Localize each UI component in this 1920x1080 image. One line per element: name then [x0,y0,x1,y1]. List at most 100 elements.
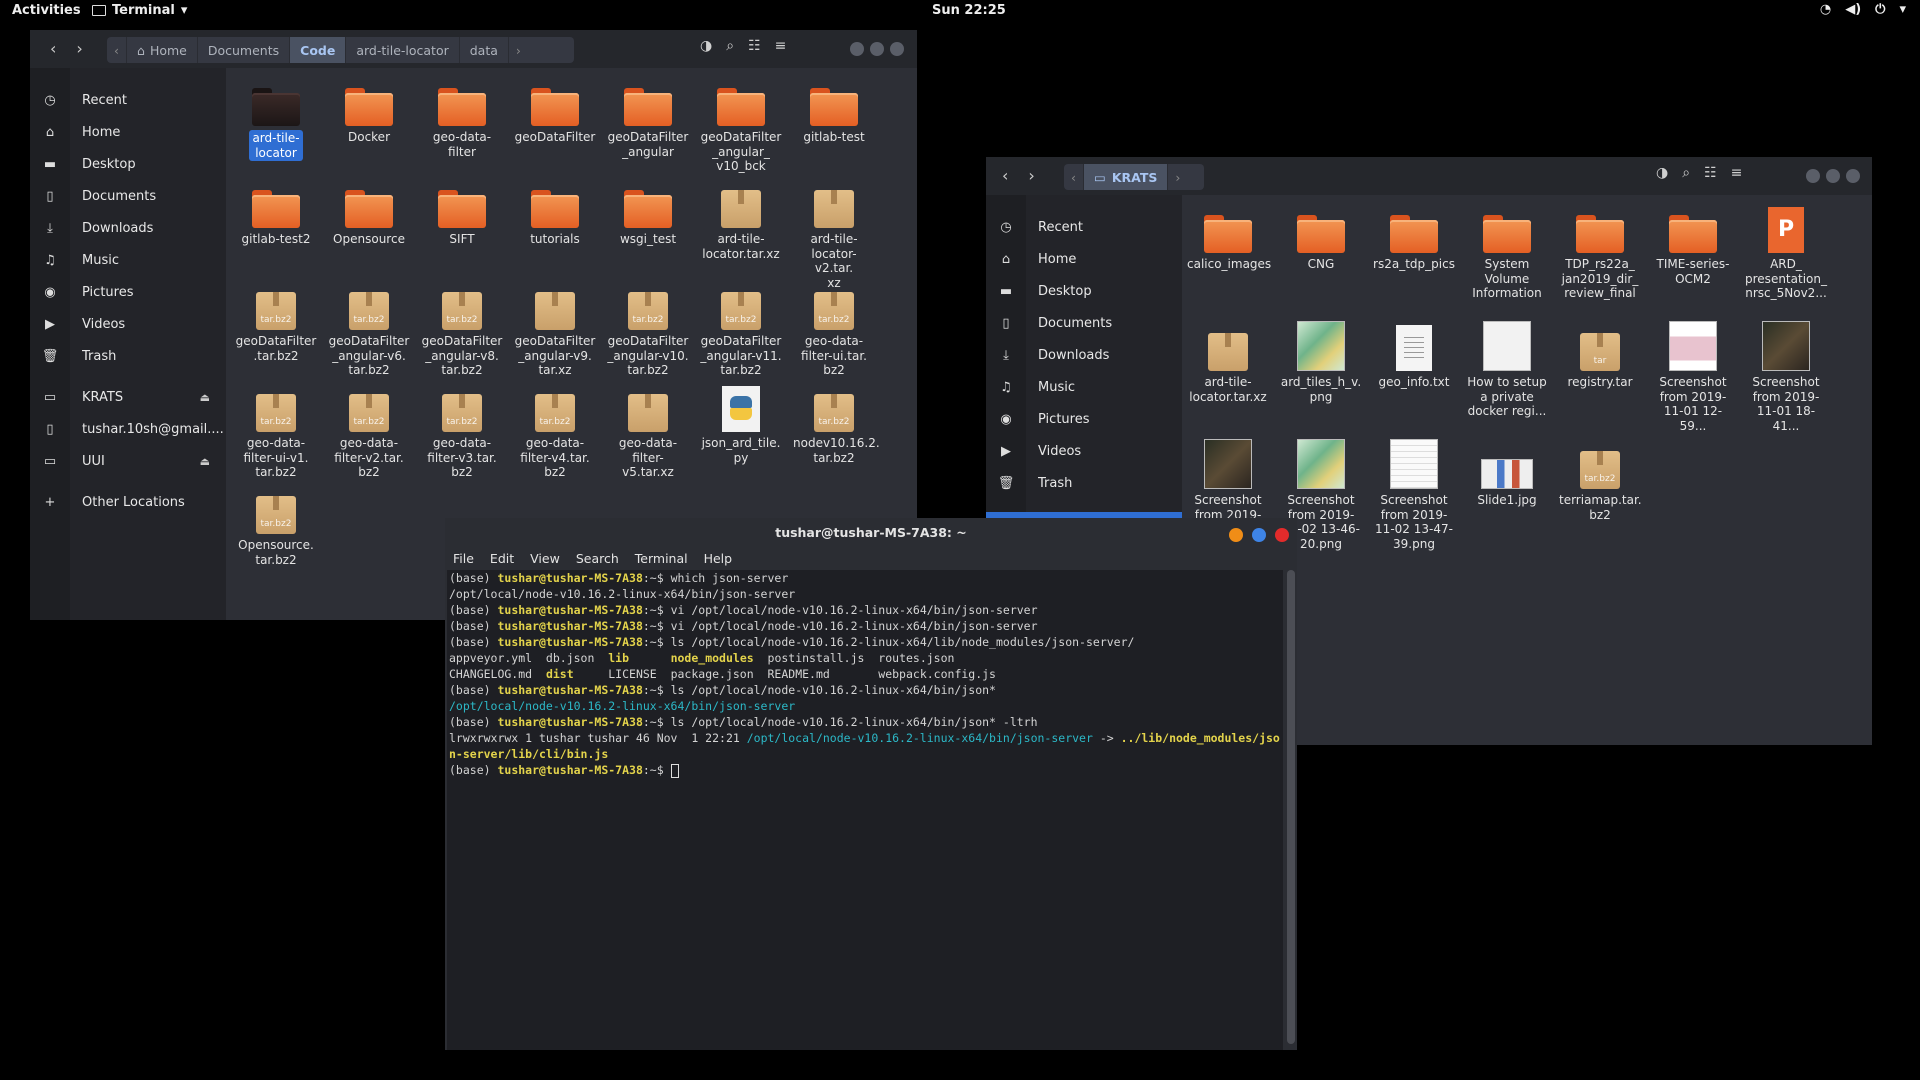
terminal-output[interactable]: (base) tushar@tushar-MS-7A38:~$ which js… [447,570,1283,1050]
sidebar-item-recent[interactable]: ◷ Recent [986,214,1182,240]
file-item[interactable]: ard_tiles_h_v. png [1278,321,1364,404]
file-item[interactable]: ard-tile-locator.tar.xz [698,180,784,261]
search-icon[interactable]: ⌕ [1682,165,1690,181]
sidebar-item-pictures[interactable]: ◉ Pictures [30,279,226,305]
path-right-arrow-icon[interactable]: › [509,37,528,63]
file-item[interactable]: tar.bz2 terriamap.tar. bz2 [1557,441,1643,522]
sidebar-item-downloads[interactable]: ⤓ Downloads [986,342,1182,368]
file-item[interactable]: tar.bz2 nodev10.16.2. tar.bz2 [791,384,880,465]
close-button[interactable] [890,42,904,56]
menu-file[interactable]: File [445,548,482,570]
sidebar-item-home[interactable]: ⌂ Home [30,119,226,145]
file-item[interactable]: tar.bz2 geo-data-filter-ui.tar. bz2 [791,282,877,378]
eject-icon[interactable]: ⏏ [200,391,210,404]
file-item[interactable]: calico_images [1185,205,1271,272]
file-item[interactable]: tar.bz2 geo-data-filter-v3.tar. bz2 [419,384,505,480]
list-view-icon[interactable]: ☷ [1704,165,1717,181]
file-item[interactable]: tar.bz2 geoDataFilter _angular-v10. tar.bz2 [605,282,691,378]
file-item[interactable]: rs2a_tdp_pics [1371,205,1457,272]
sidebar-item-music[interactable]: ♫ Music [30,247,226,273]
file-item[interactable]: gitlab-test2 [233,180,319,247]
file-item[interactable]: tutorials [512,180,598,247]
sidebar-item-documents[interactable]: ▯ Documents [986,310,1182,336]
menu-terminal[interactable]: Terminal [627,548,696,570]
file-item[interactable]: TIME-series- OCM2 [1650,205,1736,286]
file-item[interactable]: geoDataFilter _angular-v9. tar.xz [512,282,598,378]
file-item[interactable]: SIFT [419,180,505,247]
sidebar-item-uui[interactable]: ▭ UUI ⏏ [30,448,226,474]
sidebar-item-krats[interactable]: ▭ KRATS ⏏ [30,384,226,410]
path-left-arrow-icon[interactable]: ‹ [107,37,127,63]
back-icon[interactable]: ‹ [50,39,56,58]
file-item[interactable]: Screenshot from 2019- 11-02 13-47- 39.png [1371,439,1457,551]
minimize-button[interactable] [1229,528,1243,542]
sidebar-item-tushar-10sh-gmail[interactable]: ▯ tushar.10sh@gmail.... [30,416,226,442]
menu-view[interactable]: View [522,548,568,570]
close-button[interactable] [1275,528,1289,542]
file-item[interactable]: CNG [1278,205,1364,272]
menu-edit[interactable]: Edit [482,548,522,570]
eject-icon[interactable]: ⏏ [200,455,210,468]
file-item[interactable]: tar.bz2 geo-data-filter-v4.tar. bz2 [512,384,598,480]
file-item[interactable]: Screenshot from 2019- 11-01 12-59... [1650,321,1736,433]
path-crumb-krats[interactable]: ▭ KRATS [1084,164,1169,190]
maximize-button[interactable] [1252,528,1266,542]
file-item[interactable]: tar.bz2 Opensource. tar.bz2 [233,486,319,567]
sidebar-item-trash[interactable]: 🗑 Trash [986,470,1182,496]
file-item[interactable]: P ARD_ presentation_ nrsc_5Nov2... [1743,205,1829,301]
path-crumb-code[interactable]: Code [290,37,347,63]
file-item[interactable]: geoDataFilter _angular_ v10_bck [698,78,784,174]
view-toggle-icon[interactable]: ◑ [700,38,712,54]
file-item[interactable]: Opensource [326,180,412,247]
system-tray[interactable]: ◔ ◀) ⏻ ▾ [1820,2,1906,17]
menu-search[interactable]: Search [568,548,627,570]
file-item[interactable]: geo-data-filter-v5.tar.xz [605,384,691,480]
menu-icon[interactable]: ≡ [1731,165,1743,181]
back-icon[interactable]: ‹ [1002,166,1008,185]
list-view-icon[interactable]: ☷ [748,38,761,54]
file-item[interactable]: ard-tile-locator.tar.xz [1185,323,1271,404]
minimize-button[interactable] [1806,169,1820,183]
file-item[interactable]: geoDataFilter _angular [605,78,691,159]
sidebar-item-videos[interactable]: ▶ Videos [986,438,1182,464]
path-crumb-documents[interactable]: Documents [198,37,291,63]
file-item[interactable]: Screenshot from 2019- [1185,439,1271,522]
activities-button[interactable]: Activities [12,3,81,18]
file-item[interactable]: System Volume Information [1464,205,1550,301]
sidebar-item-downloads[interactable]: ⤓ Downloads [30,215,226,241]
file-item[interactable]: tar.bz2 geoDataFilter .tar.bz2 [233,282,319,363]
maximize-button[interactable] [870,42,884,56]
sidebar-item-desktop[interactable]: ▬ Desktop [986,278,1182,304]
terminal-scrollbar[interactable] [1287,570,1295,1044]
menu-icon[interactable]: ≡ [775,38,787,54]
minimize-button[interactable] [850,42,864,56]
sidebar-item-recent[interactable]: ◷ Recent [30,87,226,113]
forward-icon[interactable]: › [1028,166,1034,185]
file-item[interactable]: geoDataFilter [512,78,598,145]
path-left-arrow-icon[interactable]: ‹ [1064,164,1084,190]
sidebar-item-home[interactable]: ⌂ Home [986,246,1182,272]
path-right-arrow-icon[interactable]: › [1168,164,1187,190]
sidebar-item-trash[interactable]: 🗑 Trash [30,343,226,369]
sidebar-item-other-locations[interactable]: + Other Locations [30,489,226,515]
file-item[interactable]: ard-tile-locator [233,78,319,161]
file-item[interactable]: gitlab-test [791,78,877,145]
sidebar-item-pictures[interactable]: ◉ Pictures [986,406,1182,432]
path-crumb-ard-tile-locator[interactable]: ard-tile-locator [346,37,460,63]
file-item[interactable]: json_ard_tile. py [698,384,784,465]
sidebar-item-desktop[interactable]: ▬ Desktop [30,151,226,177]
maximize-button[interactable] [1826,169,1840,183]
search-icon[interactable]: ⌕ [726,38,734,54]
file-item[interactable]: geo-data-filter [419,78,505,159]
file-item[interactable]: tar registry.tar [1557,323,1643,390]
file-item[interactable]: tar.bz2 geoDataFilter _angular-v8. tar.bz2 [419,282,505,378]
file-item[interactable]: Docker [326,78,412,145]
path-crumb-home[interactable]: ⌂ Home [127,37,198,63]
file-item[interactable]: Screenshot from 2019- 11-01 18-41... [1743,321,1829,433]
sidebar-item-videos[interactable]: ▶ Videos [30,311,226,337]
file-item[interactable]: tar.bz2 geo-data-filter-ui-v1. tar.bz2 [233,384,319,480]
file-item[interactable]: wsgi_test [605,180,691,247]
forward-icon[interactable]: › [76,39,82,58]
file-item[interactable]: TDP_rs22a_ jan2019_dir_ review_final [1557,205,1643,301]
file-item[interactable]: tar.bz2 geoDataFilter _angular-v6. tar.bz2 [326,282,412,378]
